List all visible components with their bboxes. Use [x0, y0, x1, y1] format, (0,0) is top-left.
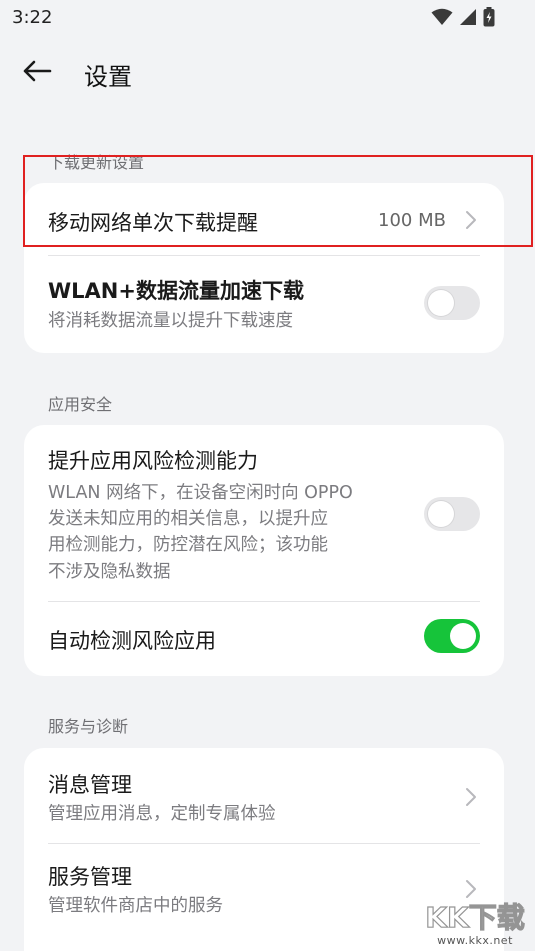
- status-time: 3:22: [12, 7, 53, 28]
- row-message-management[interactable]: 消息管理 管理应用消息，定制专属体验: [24, 748, 504, 843]
- chevron-right-icon: [466, 788, 476, 806]
- card-app-security: 提升应用风险检测能力 WLAN 网络下，在设备空闲时向 OPPO 发送未知应用的…: [24, 425, 504, 676]
- toggle-knob: [428, 501, 454, 527]
- section-header-download-update: 下载更新设置: [48, 153, 145, 172]
- toggle-wlan-data-accelerate[interactable]: [424, 286, 480, 320]
- page-title: 设置: [84, 63, 132, 91]
- row-wlan-data-accelerate: WLAN+数据流量加速下载 将消耗数据流量以提升下载速度: [24, 257, 504, 353]
- svg-text:KK下载: KK下载: [425, 901, 524, 934]
- row-title: 自动检测风险应用: [48, 629, 216, 653]
- watermark: KK下载 www.kkx.net: [418, 896, 532, 948]
- wifi-icon: [431, 8, 453, 26]
- row-value: 100 MB: [378, 210, 446, 231]
- toggle-risk-detection[interactable]: [424, 497, 480, 531]
- watermark-url: www.kkx.net: [437, 934, 513, 947]
- back-arrow-icon: [22, 59, 52, 87]
- status-bar: 3:22: [0, 0, 535, 36]
- back-button[interactable]: [22, 58, 62, 88]
- toggle-knob: [428, 290, 454, 316]
- row-subtitle-line-1: WLAN 网络下，在设备空闲时向 OPPO: [48, 483, 353, 503]
- section-header-service-diagnostics: 服务与诊断: [48, 717, 129, 736]
- battery-charging-icon: [483, 7, 495, 27]
- section-header-app-security: 应用安全: [48, 395, 113, 414]
- row-title: 移动网络单次下载提醒: [48, 211, 258, 235]
- row-subtitle-line-3: 用检测能力，防控潜在风险；该功能: [48, 535, 328, 555]
- toggle-auto-detect-risk[interactable]: [424, 619, 480, 653]
- row-risk-detection: 提升应用风险检测能力 WLAN 网络下，在设备空闲时向 OPPO 发送未知应用的…: [24, 425, 504, 601]
- watermark-logo: KK下载: [418, 896, 532, 936]
- row-subtitle: 管理应用消息，定制专属体验: [48, 804, 276, 824]
- cellular-signal-icon: [459, 8, 477, 26]
- row-title: WLAN+数据流量加速下载: [48, 279, 304, 303]
- chevron-right-icon: [466, 211, 476, 229]
- row-title: 服务管理: [48, 865, 132, 889]
- row-title: 消息管理: [48, 773, 132, 797]
- row-title: 提升应用风险检测能力: [48, 449, 258, 473]
- row-mobile-download-reminder[interactable]: 移动网络单次下载提醒 100 MB: [24, 183, 504, 257]
- row-auto-detect-risk: 自动检测风险应用: [24, 602, 504, 676]
- app-header: 设置: [0, 50, 535, 96]
- divider: [48, 255, 480, 256]
- card-download-update: 移动网络单次下载提醒 100 MB WLAN+数据流量加速下载 将消耗数据流量以…: [24, 183, 504, 353]
- row-subtitle-line-2: 发送未知应用的相关信息，以提升应: [48, 509, 328, 529]
- status-icons: [431, 7, 495, 27]
- row-subtitle-line-4: 不涉及隐私数据: [48, 562, 171, 582]
- row-subtitle: 管理软件商店中的服务: [48, 896, 223, 916]
- row-subtitle: 将消耗数据流量以提升下载速度: [48, 311, 293, 331]
- toggle-knob: [450, 623, 476, 649]
